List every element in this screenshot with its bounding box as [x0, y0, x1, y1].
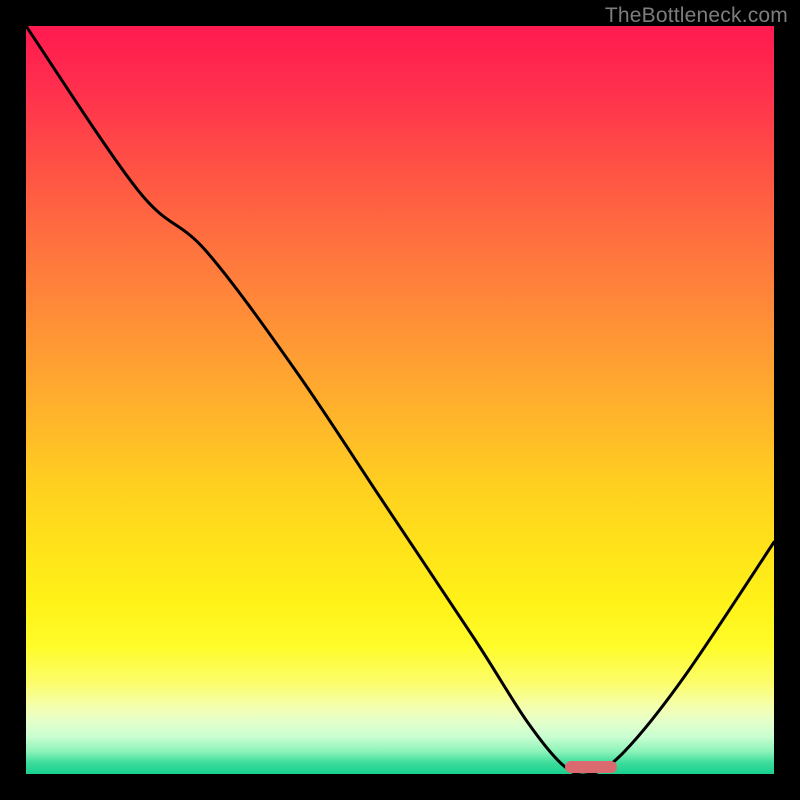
watermark-text: TheBottleneck.com: [605, 4, 788, 28]
plot-area: [26, 26, 774, 774]
bottleneck-curve: [26, 26, 774, 774]
optimal-marker: [565, 761, 617, 773]
